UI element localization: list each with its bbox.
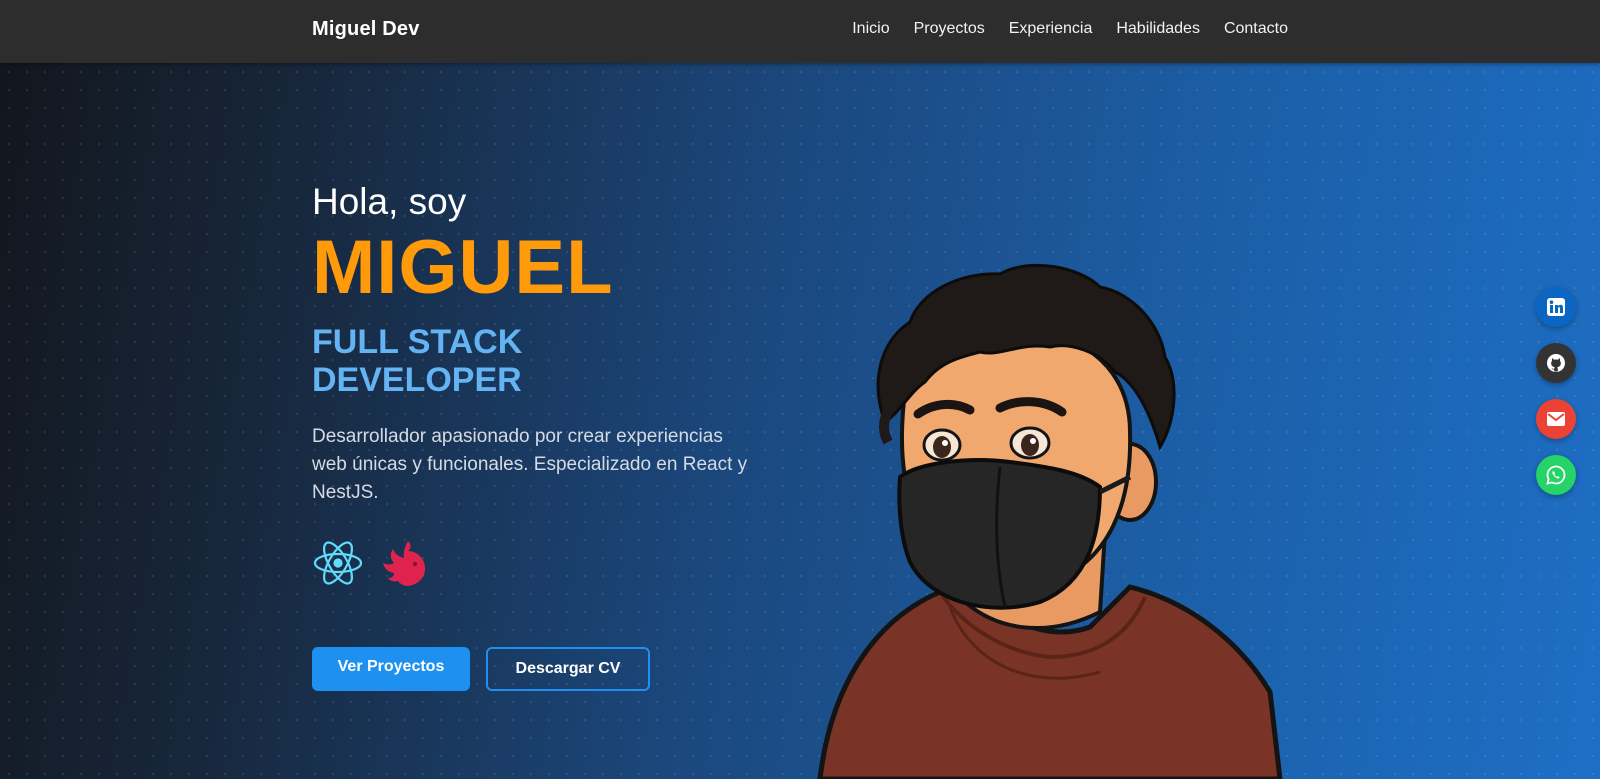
tech-icons <box>312 537 782 589</box>
brand-logo[interactable]: Miguel Dev <box>312 18 420 41</box>
hero-buttons: Ver Proyectos Descargar CV <box>312 647 650 691</box>
react-icon <box>312 537 364 589</box>
nav-link-inicio[interactable]: Inicio <box>852 20 889 38</box>
hero-name: MIGUEL <box>312 225 614 311</box>
hero-greeting: Hola, soy <box>312 181 467 222</box>
nav-link-proyectos[interactable]: Proyectos <box>914 20 985 38</box>
download-cv-button[interactable]: Descargar CV <box>486 647 650 691</box>
navbar: Miguel Dev Inicio Proyectos Experiencia … <box>0 0 1600 63</box>
nav-link-habilidades[interactable]: Habilidades <box>1116 20 1200 38</box>
avatar-illustration <box>800 262 1320 779</box>
hero-description: Desarrollador apasionado por crear exper… <box>312 426 748 504</box>
nestjs-icon <box>378 537 430 589</box>
view-projects-button[interactable]: Ver Proyectos <box>312 647 470 691</box>
hero-section: Hola, soy MIGUEL FULL STACK DEVELOPER De… <box>312 180 782 589</box>
nav-links: Inicio Proyectos Experiencia Habilidades… <box>852 20 1288 38</box>
whatsapp-icon[interactable] <box>1536 455 1576 495</box>
nav-link-contacto[interactable]: Contacto <box>1224 20 1288 38</box>
linkedin-icon[interactable] <box>1536 287 1576 327</box>
hero-role: FULL STACK DEVELOPER <box>312 323 523 399</box>
mail-icon[interactable] <box>1536 399 1576 439</box>
page: Miguel Dev Inicio Proyectos Experiencia … <box>0 0 1600 779</box>
nav-link-experiencia[interactable]: Experiencia <box>1009 20 1093 38</box>
github-icon[interactable] <box>1536 343 1576 383</box>
social-links <box>1536 287 1576 495</box>
